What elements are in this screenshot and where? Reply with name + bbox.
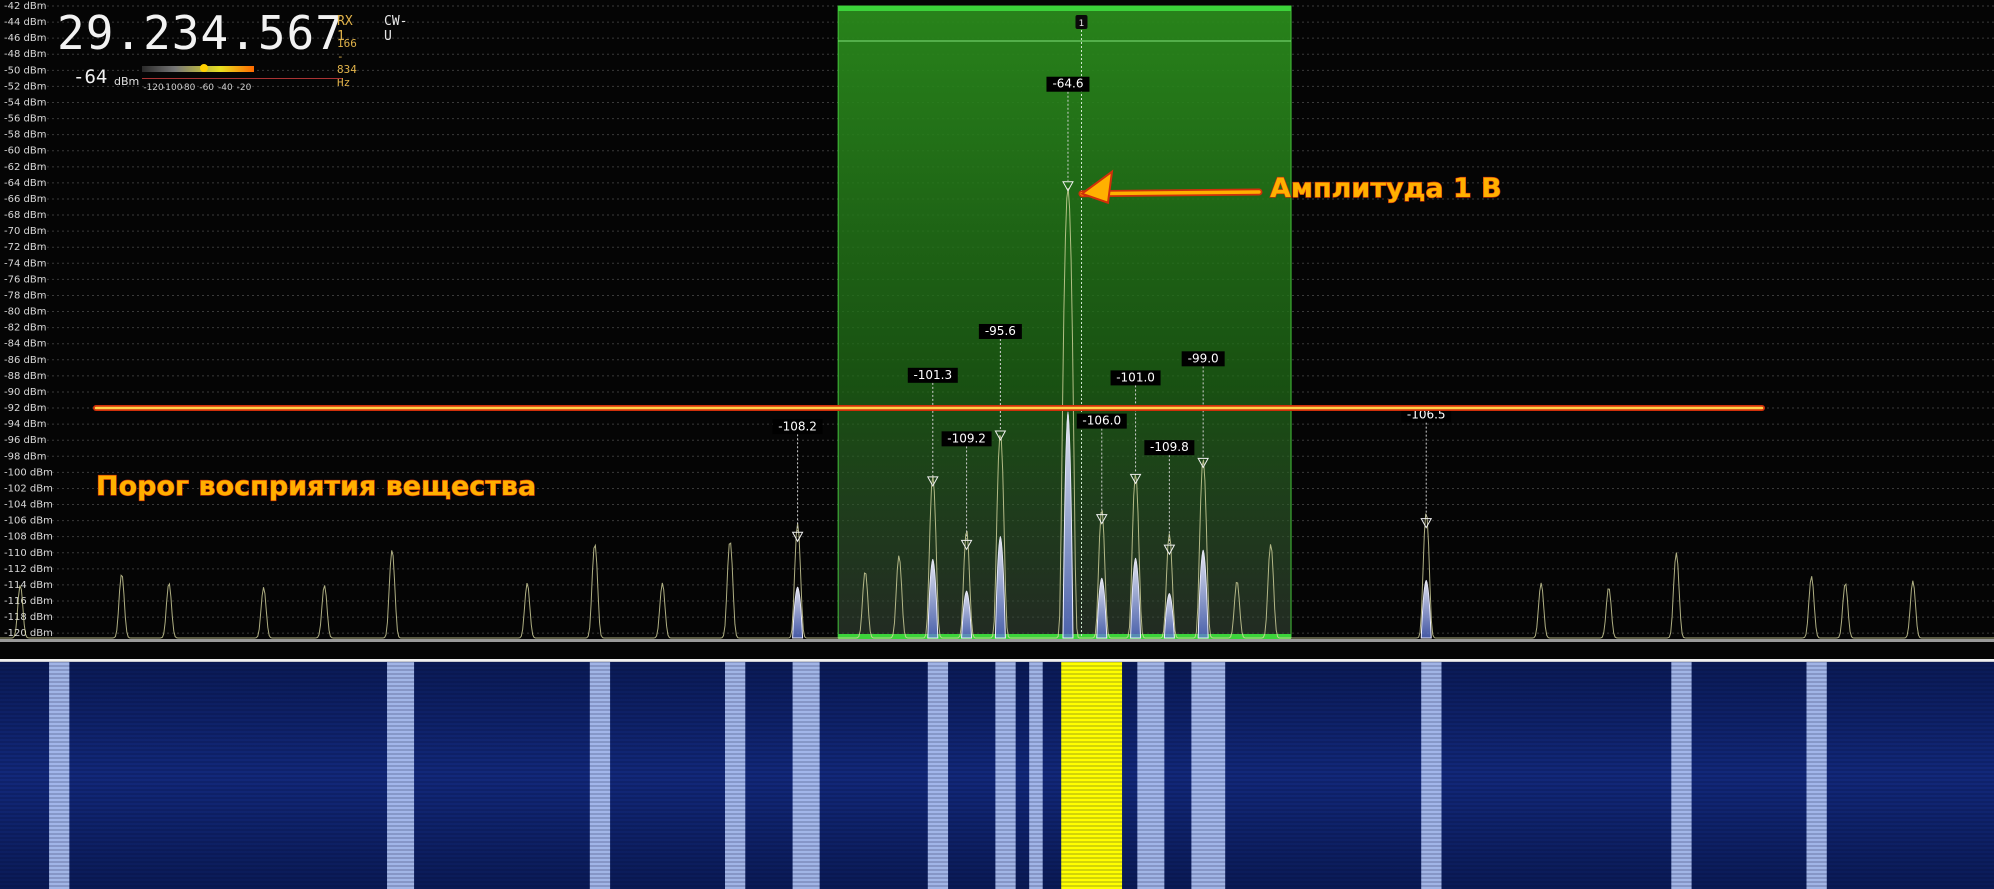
- y-tick-label: -46 dBm: [4, 33, 46, 44]
- peak-label: -95.6: [985, 324, 1016, 338]
- y-tick-label: -102 dBm: [4, 483, 53, 494]
- freq-axis-bar: [0, 639, 1994, 642]
- y-tick-label: -114 dBm: [4, 580, 53, 591]
- y-tick-label: -110 dBm: [4, 548, 53, 559]
- waterfall-signal-band: [1029, 662, 1043, 889]
- waterfall-signal-band: [1806, 662, 1827, 889]
- waterfall-signal-band: [1191, 662, 1226, 889]
- rx-number-label: 1: [1079, 19, 1085, 29]
- waterfall-signal-band: [725, 662, 746, 889]
- y-tick-label: -58 dBm: [4, 130, 46, 141]
- y-tick-label: -100 dBm: [4, 467, 53, 478]
- y-tick-label: -84 dBm: [4, 339, 46, 350]
- y-tick-label: -118 dBm: [4, 612, 53, 623]
- y-tick-label: -96 dBm: [4, 435, 46, 446]
- waterfall-signal-band: [927, 662, 949, 889]
- y-tick-label: -54 dBm: [4, 97, 46, 108]
- y-tick-label: -116 dBm: [4, 596, 53, 607]
- passband-top-bar[interactable]: [838, 6, 1292, 11]
- waterfall-signal-band: [49, 662, 70, 889]
- peak-label: -101.3: [913, 368, 952, 382]
- y-tick-label: -88 dBm: [4, 371, 46, 382]
- y-tick-label: -44 dBm: [4, 17, 46, 28]
- y-tick-label: -104 dBm: [4, 500, 53, 511]
- amplitude-annotation: Амплитуда 1 В: [1270, 173, 1502, 204]
- peak-label: -64.6: [1052, 77, 1083, 91]
- y-tick-label: -82 dBm: [4, 323, 46, 334]
- y-tick-label: -62 dBm: [4, 162, 46, 173]
- waterfall-signal-band: [995, 662, 1016, 889]
- y-tick-label: -56 dBm: [4, 114, 46, 125]
- y-tick-label: -80 dBm: [4, 307, 46, 318]
- y-tick-label: -98 dBm: [4, 451, 46, 462]
- peak-label: -109.8: [1150, 440, 1189, 454]
- waterfall-signal-band: [387, 662, 415, 889]
- y-tick-label: -42 dBm: [4, 1, 46, 12]
- y-tick-label: -60 dBm: [4, 146, 46, 157]
- y-tick-label: -112 dBm: [4, 564, 53, 575]
- y-tick-label: -72 dBm: [4, 242, 46, 253]
- peak-label: -106.0: [1082, 414, 1121, 428]
- waterfall-signal-band: [1671, 662, 1692, 889]
- y-tick-label: -76 dBm: [4, 274, 46, 285]
- peak-label: -99.0: [1188, 351, 1219, 365]
- y-tick-label: -50 dBm: [4, 65, 46, 76]
- waterfall-signal-band: [1421, 662, 1442, 889]
- spectrum-scope[interactable]: -42 dBm -44 dBm -46 dBm -48 dBm -50 dBm -52 d…: [0, 0, 1994, 889]
- y-tick-label: -52 dBm: [4, 81, 46, 92]
- y-tick-label: -86 dBm: [4, 355, 46, 366]
- peak-label: -109.2: [947, 431, 986, 445]
- y-tick-label: -90 dBm: [4, 387, 46, 398]
- waterfall-signal-band: [1137, 662, 1165, 889]
- y-tick-label: -94 dBm: [4, 419, 46, 430]
- waterfall-hot-band: [1061, 662, 1123, 889]
- waterfall-signal-band: [792, 662, 820, 889]
- y-tick-label: -64 dBm: [4, 178, 46, 189]
- y-tick-label: -106 dBm: [4, 516, 53, 527]
- y-tick-label: -78 dBm: [4, 290, 46, 301]
- threshold-annotation: Порог восприятия вещества: [96, 471, 536, 502]
- waterfall-signal-band: [589, 662, 611, 889]
- peak-label: -108.2: [778, 419, 817, 433]
- y-tick-label: -92 dBm: [4, 403, 46, 414]
- y-tick-label: -70 dBm: [4, 226, 46, 237]
- peak-label: -101.0: [1116, 370, 1155, 384]
- y-tick-label: -66 dBm: [4, 194, 46, 205]
- y-tick-label: -74 dBm: [4, 258, 46, 269]
- y-tick-label: -48 dBm: [4, 49, 46, 60]
- y-tick-label: -68 dBm: [4, 210, 46, 221]
- y-tick-label: -108 dBm: [4, 532, 53, 543]
